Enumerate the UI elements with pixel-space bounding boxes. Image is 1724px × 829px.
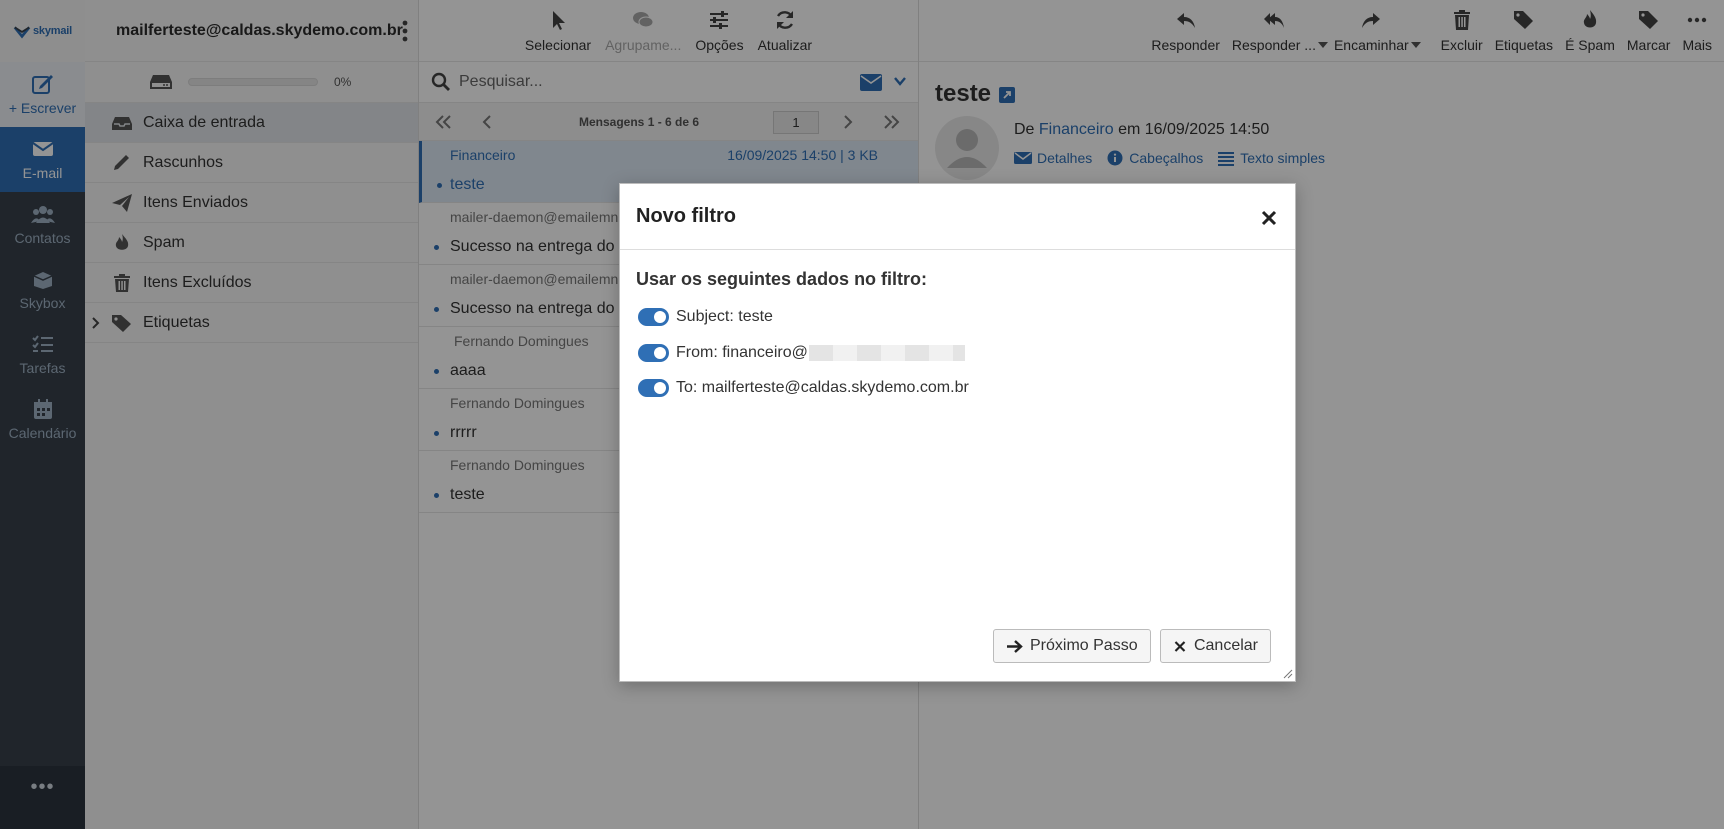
resize-handle-icon[interactable]	[1283, 669, 1293, 679]
close-icon	[1261, 210, 1277, 226]
arrow-right-icon	[1007, 639, 1023, 653]
filter-rule-subject: Subject: teste	[638, 308, 773, 326]
next-step-label: Próximo Passo	[1030, 637, 1138, 654]
rule-label: From: financeiro@	[676, 344, 808, 361]
filter-rule-from: From: financeiro@	[638, 344, 965, 362]
to-toggle[interactable]	[638, 379, 669, 397]
close-button[interactable]	[1255, 204, 1283, 232]
cancel-button[interactable]: Cancelar	[1160, 629, 1271, 663]
subject-toggle[interactable]	[638, 308, 669, 326]
close-icon	[1174, 640, 1186, 652]
filter-data-heading: Usar os seguintes dados no filtro:	[636, 269, 928, 289]
rule-label: To: mailferteste@caldas.skydemo.com.br	[676, 379, 969, 396]
rule-label: Subject: teste	[676, 308, 773, 325]
redacted-domain	[808, 345, 965, 361]
dialog-header: Novo filtro	[620, 184, 1295, 250]
from-toggle[interactable]	[638, 344, 669, 362]
dialog-title: Novo filtro	[636, 205, 736, 227]
new-filter-dialog: Novo filtro Usar os seguintes dados no f…	[619, 183, 1296, 682]
cancel-label: Cancelar	[1193, 637, 1258, 654]
filter-rule-to: To: mailferteste@caldas.skydemo.com.br	[638, 379, 969, 397]
next-step-button[interactable]: Próximo Passo	[993, 629, 1151, 663]
